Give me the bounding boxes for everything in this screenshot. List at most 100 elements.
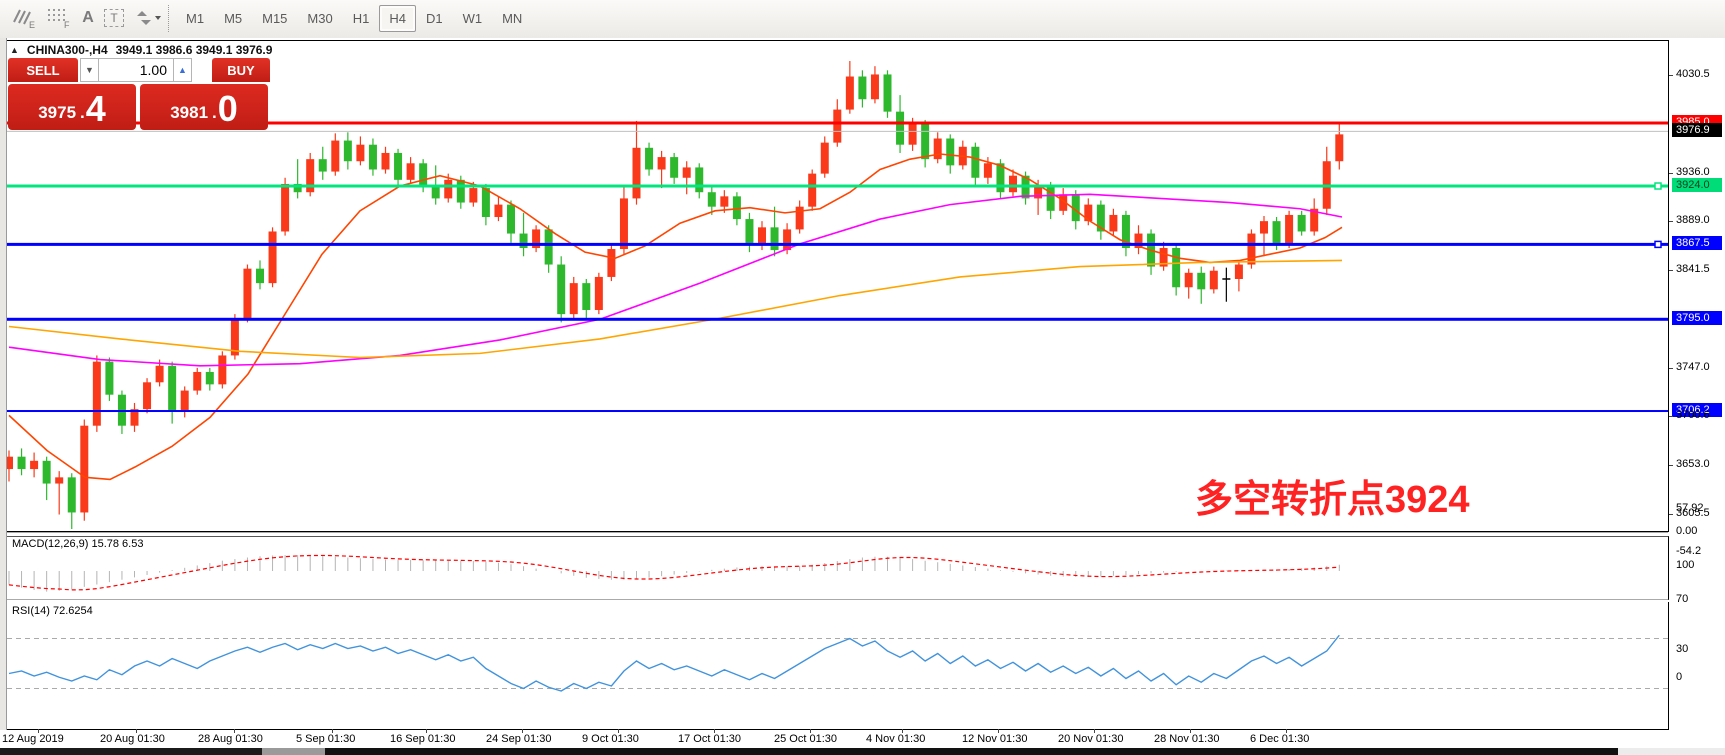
buy-button[interactable]: BUY [212,58,270,82]
candle-body [80,426,88,513]
panel-separator[interactable] [7,532,1668,535]
candle-body [331,141,339,172]
candle-body [143,382,151,409]
candle-body [921,124,929,159]
sell-button[interactable]: SELL [8,58,78,82]
candle-body [507,205,515,234]
timeframe-d1-button[interactable]: D1 [416,5,453,32]
price-axis[interactable]: 3985.03976.93924.03867.53795.03706.24030… [1669,38,1725,748]
text-box-icon[interactable]: T [102,5,126,31]
hline-3795.0 [7,318,1668,321]
timeframe-m30-button[interactable]: M30 [297,5,342,32]
candle-body [821,143,829,174]
candle-body [1047,186,1055,211]
candle-body [846,77,854,110]
candle-body [18,457,26,469]
rsi-line [9,635,1339,691]
candle-body [281,184,289,232]
timeframe-m1-button[interactable]: M1 [176,5,214,32]
candle-body [934,139,942,160]
candle-body [206,372,214,384]
price-tick-mark [1669,514,1673,515]
volume-decrease-button[interactable]: ▼ [80,58,99,82]
hline-handle [1655,183,1661,189]
price-tick-label: 3936.0 [1676,166,1710,178]
timeframe-h4-button[interactable]: H4 [379,5,416,32]
bottom-window-edge [325,748,1618,755]
bottom-window-edge [0,748,262,755]
candle-body [256,269,264,283]
date-tick-label: 24 Sep 01:30 [486,733,551,745]
price-tick-label: 3889.0 [1676,214,1710,226]
date-tick-label: 9 Oct 01:30 [582,733,639,745]
timeframe-m15-button[interactable]: M15 [252,5,297,32]
chart-window: MACD(12,26,9) 15.78 6.53 RSI(14) 72.6254… [0,38,1725,748]
candle-body [1235,265,1243,279]
candle-body [1197,273,1205,290]
candle-body [93,362,101,426]
mt4-terminal: { "toolbar": { "icon_labels": { "e": "E"… [0,0,1725,755]
volume-increase-button[interactable]: ▲ [173,58,192,82]
candle-body [708,192,716,206]
candle-body [382,153,390,170]
date-tick-label: 28 Aug 01:30 [198,733,263,745]
quote-ohlc: 3949.1 3986.6 3949.1 3976.9 [116,43,273,57]
candle-body [43,461,51,484]
candle-body [645,148,653,170]
candle-body [7,457,13,469]
candle-body [884,74,892,111]
chart-annotation-text: 多空转折点3924 [1195,468,1470,523]
sort-arrows-icon[interactable] [132,5,166,31]
candle-body [607,249,615,277]
date-tick-mark [810,729,811,733]
candle-body [319,159,327,171]
candle-body [1247,234,1255,265]
candle-body [1109,215,1117,232]
timeframe-m5-button[interactable]: M5 [214,5,252,32]
rsi-panel-plot[interactable] [7,602,1669,730]
hline-3867.5 [7,243,1668,246]
candle-body [871,74,879,99]
collapse-panel-icon[interactable]: ▲ [10,45,19,55]
price-line-badge: 3867.5 [1672,236,1722,250]
candle-body [1009,176,1017,193]
ask-price-box[interactable]: 3981.0 [140,84,268,130]
text-label-icon[interactable]: A [76,5,100,31]
ask-price-fraction: 0 [218,92,238,126]
date-tick-mark [332,729,333,733]
macd-panel-plot[interactable] [7,536,1669,600]
bid-price-int: 3975 [38,100,76,126]
candle-body [444,180,452,199]
date-tick-label: 28 Nov 01:30 [1154,733,1219,745]
candle-body [494,205,502,217]
timeframe-h1-button[interactable]: H1 [343,5,380,32]
candle-body [1335,134,1343,161]
spin-down-icon: ▼ [85,65,94,75]
price-line-badge: 3924.0 [1672,178,1722,192]
candle-body [620,198,628,249]
spin-up-icon: ▲ [178,65,187,75]
volume-input[interactable]: 1.00 [99,58,173,82]
macd-tick-label: -54.2 [1676,545,1701,557]
fractals-grid-icon[interactable]: F [44,5,74,31]
rsi-tick-label: 100 [1676,559,1694,571]
candle-body [946,139,954,166]
date-axis[interactable]: 12 Aug 201920 Aug 01:3028 Aug 01:305 Sep… [0,730,1725,748]
candle-body [758,227,766,244]
top-toolbar: E F A T M1M5M15M30H1H4D1W [0,0,1725,39]
macd-label: MACD(12,26,9) 15.78 6.53 [12,538,143,550]
candle-body [218,355,226,384]
price-tick-label: 3841.5 [1676,263,1710,275]
bid-price-box[interactable]: 3975.4 [8,84,136,130]
candle-body [1185,273,1193,287]
timeframe-mn-button[interactable]: MN [492,5,532,32]
window-left-edge [0,38,7,748]
macd-tick-label: 57.92 [1676,502,1704,514]
candle-body [369,145,377,170]
expert-advisor-icon[interactable]: E [8,5,40,31]
candle-body [720,196,728,206]
timeframe-w1-button[interactable]: W1 [453,5,493,32]
ma-mid-line [9,194,1342,365]
price-tick-label: 4030.5 [1676,68,1710,80]
price-line-badge: 3976.9 [1672,123,1722,137]
